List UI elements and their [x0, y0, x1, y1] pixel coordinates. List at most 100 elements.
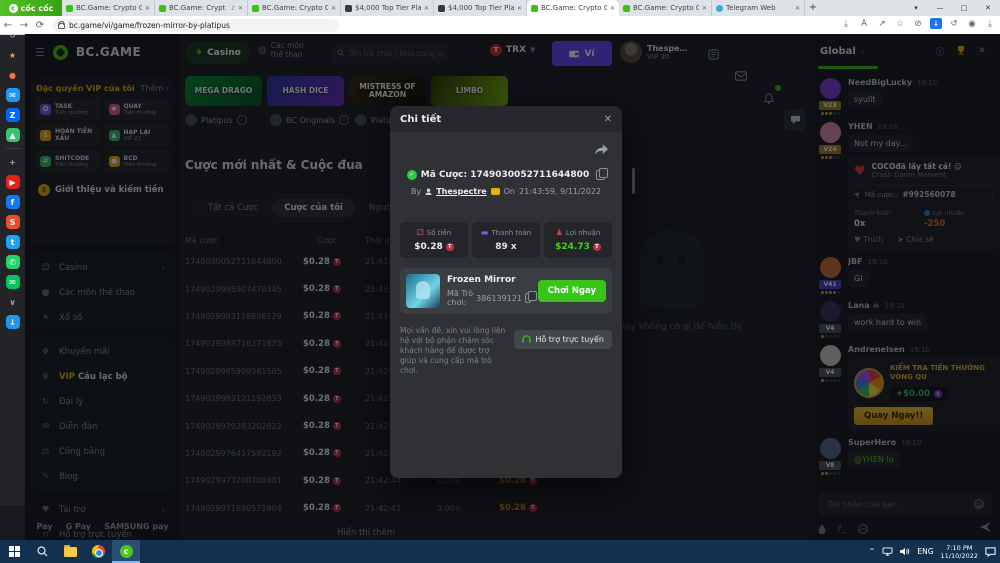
tab-close-icon[interactable]: ✕ [610, 5, 615, 12]
download-icon[interactable]: ↓ [6, 315, 20, 329]
referral-button[interactable]: $ Giới thiệu và kiếm tiền [36, 180, 169, 200]
lucky-wheel-card[interactable]: KIỂM TRA TIỀN THƯỞNG VÒNG QU+$0.00¢Quay … [848, 358, 1000, 431]
action-center-icon[interactable] [985, 546, 996, 557]
sidebar-item-c-ng-b-ng[interactable]: ⚖Công bằng [30, 439, 175, 464]
twitter-icon[interactable]: t [6, 235, 20, 249]
sidebar-item-khuy-n-m-i[interactable]: ❖Khuyến mãi [30, 339, 175, 364]
start-button[interactable] [0, 540, 28, 563]
browser-tab[interactable]: BC.Game: Crypt♪✕ [155, 0, 248, 16]
tab-close-icon[interactable]: ✕ [145, 5, 150, 12]
provider-chip[interactable]: BC Originalsi [270, 114, 349, 126]
sidebar-item-x-s-[interactable]: ✶Xổ số [30, 305, 175, 330]
sync-icon[interactable]: ↺ [948, 19, 960, 29]
browser-tab[interactable]: BC.Game: Crypto Ca✕ [527, 0, 619, 16]
send-icon[interactable] [980, 522, 992, 535]
live-support-button[interactable]: Hỗ trợ trực tuyến [514, 330, 612, 349]
vip-perk-card[interactable]: #SHITCODETiền thưởng [36, 150, 101, 172]
vip-perk-card[interactable]: ✪TASKTiền thưởng [36, 98, 101, 120]
new-tab-button[interactable]: + [805, 0, 821, 16]
message-username[interactable]: NeedBigLucky [848, 78, 912, 87]
tab-close-icon[interactable]: ✕ [238, 5, 243, 12]
message-avatar[interactable] [820, 438, 841, 459]
info-icon[interactable]: i [237, 115, 247, 125]
card-bet-id[interactable]: #992560078 [902, 190, 955, 199]
chat-rules-icon[interactable] [858, 524, 868, 534]
downloads-icon[interactable]: ⤓ [984, 19, 996, 29]
message-username[interactable]: Lana ☠ [848, 301, 880, 310]
message-avatar[interactable] [820, 78, 841, 99]
message-avatar[interactable] [820, 122, 841, 143]
address-bar[interactable]: bc.game/vi/game/frozen-mirror-by-platipu… [52, 19, 339, 32]
tab-search-icon[interactable]: ▾ [904, 0, 928, 16]
save-page-icon[interactable]: ⤓ [840, 19, 852, 29]
tab-close-icon[interactable]: ✕ [331, 5, 336, 12]
copy-icon[interactable] [525, 293, 531, 303]
vip-perk-card[interactable]: ✸QUAYTiền thưởng [105, 98, 170, 120]
message-avatar[interactable] [820, 301, 841, 322]
forward-icon[interactable]: → [16, 20, 32, 31]
refresh-icon[interactable]: ⟳ [32, 20, 48, 31]
vip-perk-card[interactable]: $HOÀN TIỀN XẤU [36, 124, 101, 146]
translate-icon[interactable]: A [858, 19, 870, 29]
message-avatar[interactable] [820, 345, 841, 366]
banner-card[interactable]: LIMBO [431, 76, 508, 106]
add-icon[interactable]: + [6, 155, 20, 169]
table-row[interactable]: 1749029971690571904$0.28T21:42:420.00×$0… [185, 495, 547, 522]
chevron-down-icon[interactable]: ∨ [6, 295, 20, 309]
bookmark-star-icon[interactable]: ☆ [894, 19, 906, 29]
copy-icon[interactable] [596, 170, 605, 180]
browser-tab[interactable]: BC.Game: Crypto Ca✕ [62, 0, 155, 16]
scrollbar-thumb[interactable] [632, 168, 635, 194]
taskbar-search-icon[interactable] [28, 540, 56, 563]
minimize-button[interactable]: — [928, 0, 952, 16]
rain-icon[interactable] [818, 524, 826, 534]
coccoc-taskbar-icon[interactable]: c [112, 540, 140, 563]
slash-command-icon[interactable]: /_ [838, 524, 846, 534]
banner-card[interactable]: MEGA DRAGO [185, 76, 262, 106]
share-bet-icon[interactable] [594, 144, 608, 156]
provider-chip[interactable]: Platipusi [185, 114, 247, 126]
shopee-icon[interactable]: S [6, 215, 20, 229]
browser-tab[interactable]: $4,000 Top Tier Plati✕ [341, 0, 434, 16]
message-avatar[interactable] [820, 257, 841, 278]
youtube-icon[interactable]: ▶ [6, 175, 20, 189]
browser-tab[interactable]: $4,000 Top Tier Plat✕ [434, 0, 527, 16]
chat-room-title[interactable]: Global [820, 46, 856, 57]
bcgame-logo-text[interactable]: BC.GAME [76, 45, 141, 59]
message-username[interactable]: YHEN [848, 122, 873, 131]
network-icon[interactable] [882, 547, 893, 556]
vip-more-link[interactable]: Thêm › [141, 84, 169, 93]
volume-icon[interactable] [900, 547, 910, 556]
chat-info-icon[interactable]: ⓘ [932, 45, 948, 58]
modal-close-icon[interactable]: ✕ [604, 114, 612, 125]
bets-tab-0[interactable]: Tất cả Cược [196, 199, 270, 217]
facebook-icon[interactable]: f [6, 195, 20, 209]
adblock-shield-icon[interactable]: ⊘ [912, 19, 924, 29]
share-button[interactable]: ➤ Chia sẻ [897, 235, 933, 244]
message-username[interactable]: JBF [848, 257, 863, 266]
chat-message-field[interactable] [826, 499, 970, 510]
sidebar-item-blog[interactable]: ✎Blog [30, 464, 175, 489]
tab-close-icon[interactable]: ✕ [702, 5, 707, 12]
chat-trophy-icon[interactable] [953, 45, 969, 58]
vip-perk-card[interactable]: ●BCDTiền thưởng [105, 150, 170, 172]
crash-share-card[interactable]: ♥COCOđã lấy tất cả! ☺Crash Damn Moment➤M… [848, 156, 1000, 250]
whatsapp-icon[interactable]: ✆ [6, 255, 20, 269]
close-window-button[interactable]: ✕ [976, 0, 1000, 16]
sidebar-item-t-i-tr-[interactable]: ♥Tài trợ› [30, 497, 175, 522]
like-button[interactable]: ♥ Thích [854, 235, 883, 244]
browser-tab[interactable]: BC.Game: Crypto Ca✕ [248, 0, 341, 16]
url-text[interactable]: bc.game/vi/game/frozen-mirror-by-platipu… [69, 21, 230, 30]
profile-icon[interactable]: ◉ [966, 19, 978, 29]
message-username[interactable]: SuperHero [848, 438, 896, 447]
chat-input[interactable] [818, 492, 992, 516]
spin-now-button[interactable]: Quay Ngay!! [854, 407, 933, 425]
favorites-icon[interactable]: ★ [6, 48, 20, 62]
tray-expand-icon[interactable]: ⌃ [869, 547, 876, 556]
hot-icon[interactable]: ● [6, 68, 20, 82]
sidebar-item-c-c-m-n-th-thao[interactable]: ●Các môn thể thao [30, 280, 175, 305]
maximize-button[interactable]: □ [952, 0, 976, 16]
vip-perk-card[interactable]: ▲NẠP LẠIVIP 22 [105, 124, 170, 146]
file-explorer-icon[interactable] [56, 540, 84, 563]
tab-audio-icon[interactable]: ♪ [231, 5, 235, 12]
